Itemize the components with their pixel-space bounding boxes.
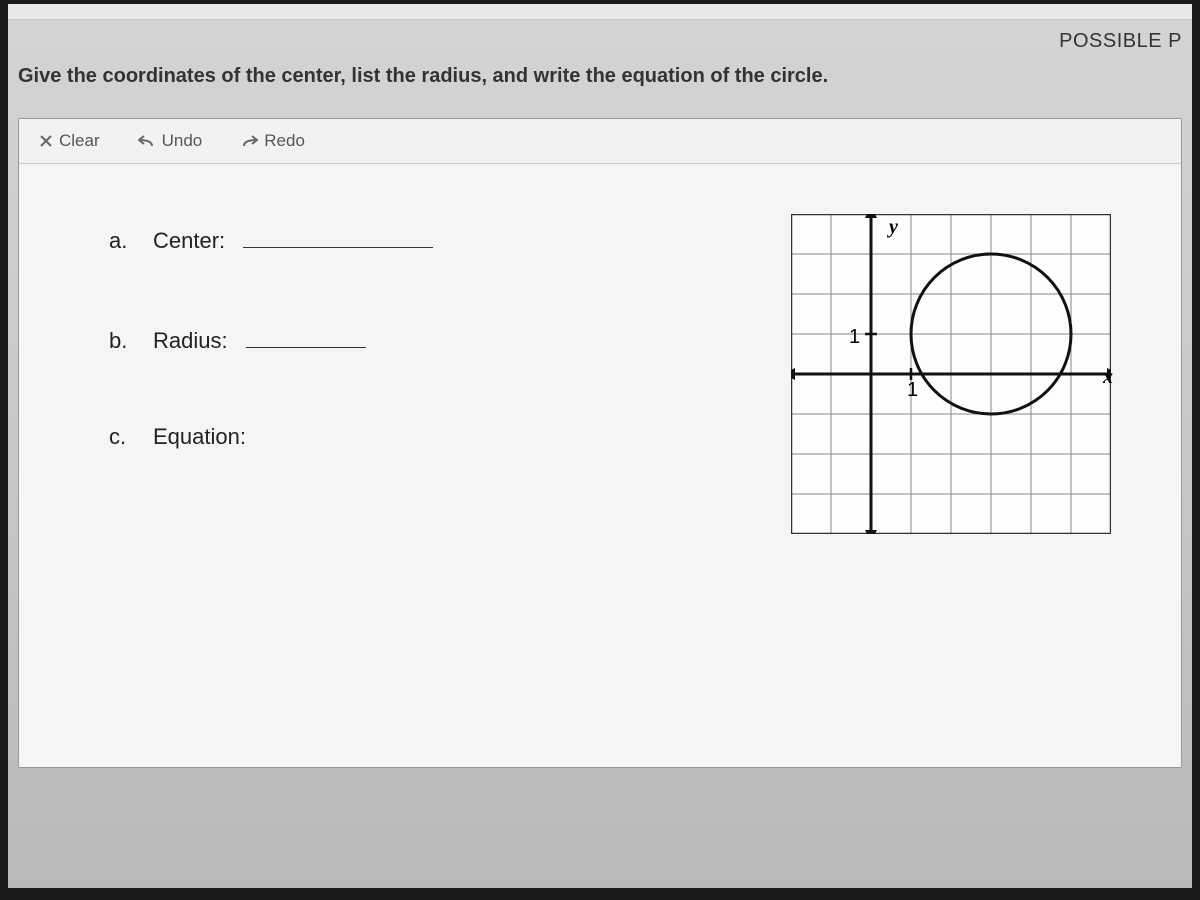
prompt-c-letter: c. xyxy=(109,424,135,450)
answer-panel: Clear Undo Redo a. Center: b. Radius: xyxy=(18,118,1182,768)
x-icon xyxy=(39,134,53,148)
possible-points-label: POSSIBLE P xyxy=(1059,30,1182,53)
clear-label: Clear xyxy=(59,131,100,151)
x-tick-1: 1 xyxy=(907,379,918,402)
prompt-b-label: Radius: xyxy=(153,328,228,354)
prompt-a-label: Center: xyxy=(153,228,225,254)
graph-container: y x 1 1 xyxy=(791,204,1141,534)
prompt-b-letter: b. xyxy=(109,328,135,354)
clear-button[interactable]: Clear xyxy=(39,131,100,151)
prompt-radius: b. Radius: xyxy=(109,324,433,354)
prompt-a-letter: a. xyxy=(109,228,135,254)
editor-toolbar: Clear Undo Redo xyxy=(19,119,1181,164)
question-instruction: Give the coordinates of the center, list… xyxy=(0,20,1200,108)
window-header-strip xyxy=(0,0,1200,20)
radius-input-blank[interactable] xyxy=(246,324,366,348)
x-axis-label: x xyxy=(1103,366,1113,389)
content-area: a. Center: b. Radius: c. Equation: xyxy=(19,164,1181,534)
prompt-equation: c. Equation: xyxy=(109,424,433,450)
redo-icon xyxy=(240,134,258,148)
undo-label: Undo xyxy=(162,131,203,151)
prompt-center: a. Center: xyxy=(109,224,433,254)
coordinate-graph: y x 1 1 xyxy=(791,214,1111,534)
graph-svg xyxy=(791,214,1111,534)
prompt-c-label: Equation: xyxy=(153,424,246,450)
redo-button[interactable]: Redo xyxy=(240,131,305,151)
undo-icon xyxy=(138,134,156,148)
undo-button[interactable]: Undo xyxy=(138,131,203,151)
center-input-blank[interactable] xyxy=(243,224,433,248)
y-axis-label: y xyxy=(889,216,898,239)
redo-label: Redo xyxy=(264,131,305,151)
answer-prompts: a. Center: b. Radius: c. Equation: xyxy=(109,204,433,534)
y-tick-1: 1 xyxy=(849,326,860,349)
